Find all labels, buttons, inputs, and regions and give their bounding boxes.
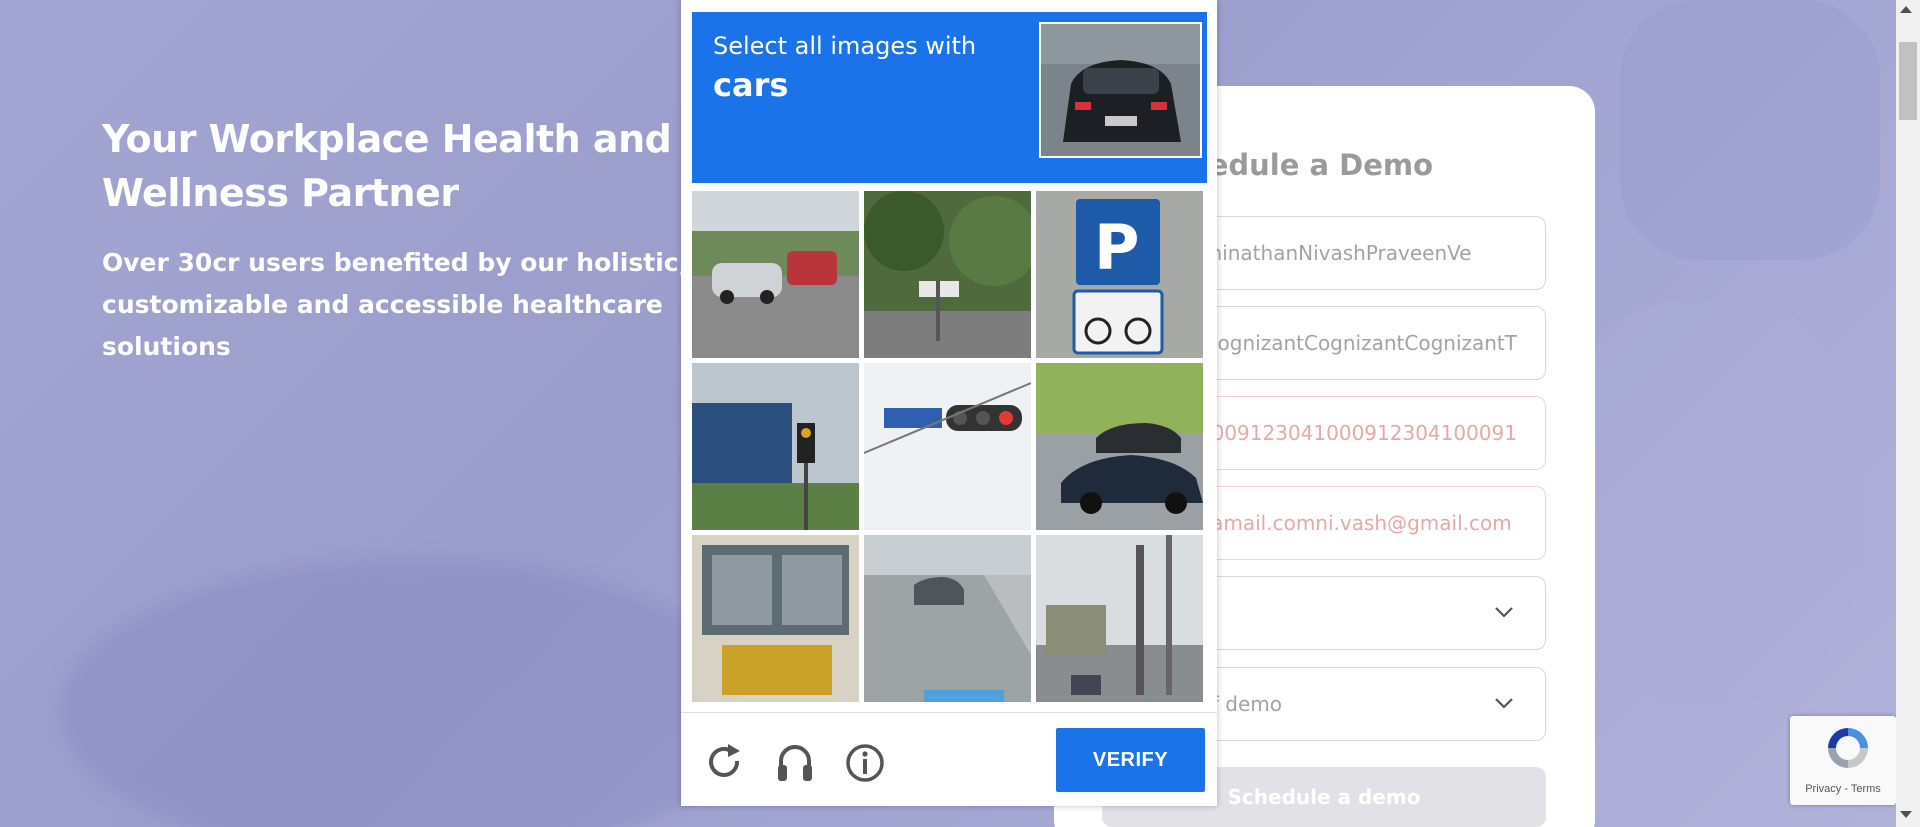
scrollbar[interactable] xyxy=(1896,0,1920,827)
verify-button[interactable]: VERIFY xyxy=(1056,728,1205,792)
audio-challenge-icon[interactable] xyxy=(773,741,817,785)
captcha-tile[interactable] xyxy=(1036,363,1203,530)
captcha-target: cars xyxy=(713,66,789,104)
recaptcha-privacy-terms[interactable]: Privacy - Terms xyxy=(1790,783,1896,795)
highway-car-image xyxy=(864,535,1031,702)
captcha-tile[interactable] xyxy=(1036,535,1203,702)
scroll-up-arrow-icon[interactable] xyxy=(1900,6,1912,13)
info-icon[interactable] xyxy=(843,741,887,785)
captcha-challenge: Select all images with cars P VERIFY xyxy=(681,0,1217,806)
street-sign-trees-image xyxy=(864,191,1031,358)
dark-cars-on-field-image xyxy=(1036,363,1203,530)
sample-car-image xyxy=(1041,24,1200,156)
scroll-down-arrow-icon[interactable] xyxy=(1900,811,1912,818)
captcha-footer: VERIFY xyxy=(681,712,1217,807)
parking-sign-bicycle-image: P xyxy=(1036,191,1203,358)
bus-interior-image xyxy=(692,535,859,702)
hero-title: Your Workplace Health and Wellness Partn… xyxy=(102,117,672,215)
road-with-cars-image xyxy=(692,191,859,358)
captcha-tile[interactable] xyxy=(864,535,1031,702)
captcha-image-grid: P xyxy=(692,191,1207,703)
captcha-tile[interactable]: P xyxy=(1036,191,1203,358)
scrollbar-thumb[interactable] xyxy=(1899,42,1917,120)
captcha-tile[interactable] xyxy=(692,363,859,530)
recaptcha-logo-icon xyxy=(1828,728,1868,768)
traffic-light-sky-image xyxy=(864,363,1031,530)
captcha-tile[interactable] xyxy=(864,363,1031,530)
recaptcha-badge[interactable]: Privacy - Terms xyxy=(1790,716,1896,805)
captcha-tile[interactable] xyxy=(692,535,859,702)
captcha-instruction: Select all images with xyxy=(713,32,977,60)
captcha-sample-image xyxy=(1039,22,1202,158)
background-shape xyxy=(60,560,760,827)
background-shape xyxy=(1560,300,1860,700)
svg-text:P: P xyxy=(1094,211,1139,284)
captcha-tile[interactable] xyxy=(692,191,859,358)
street-with-poles-image xyxy=(1036,535,1203,702)
captcha-header: Select all images with cars xyxy=(692,12,1207,183)
reload-icon[interactable] xyxy=(703,741,747,785)
chevron-down-icon xyxy=(1495,607,1513,618)
traffic-light-building-image xyxy=(692,363,859,530)
chevron-down-icon xyxy=(1495,698,1513,709)
background-shape xyxy=(1620,0,1880,260)
captcha-tile[interactable] xyxy=(864,191,1031,358)
hero-subtitle: Over 30cr users benefited by our holisti… xyxy=(102,248,689,361)
